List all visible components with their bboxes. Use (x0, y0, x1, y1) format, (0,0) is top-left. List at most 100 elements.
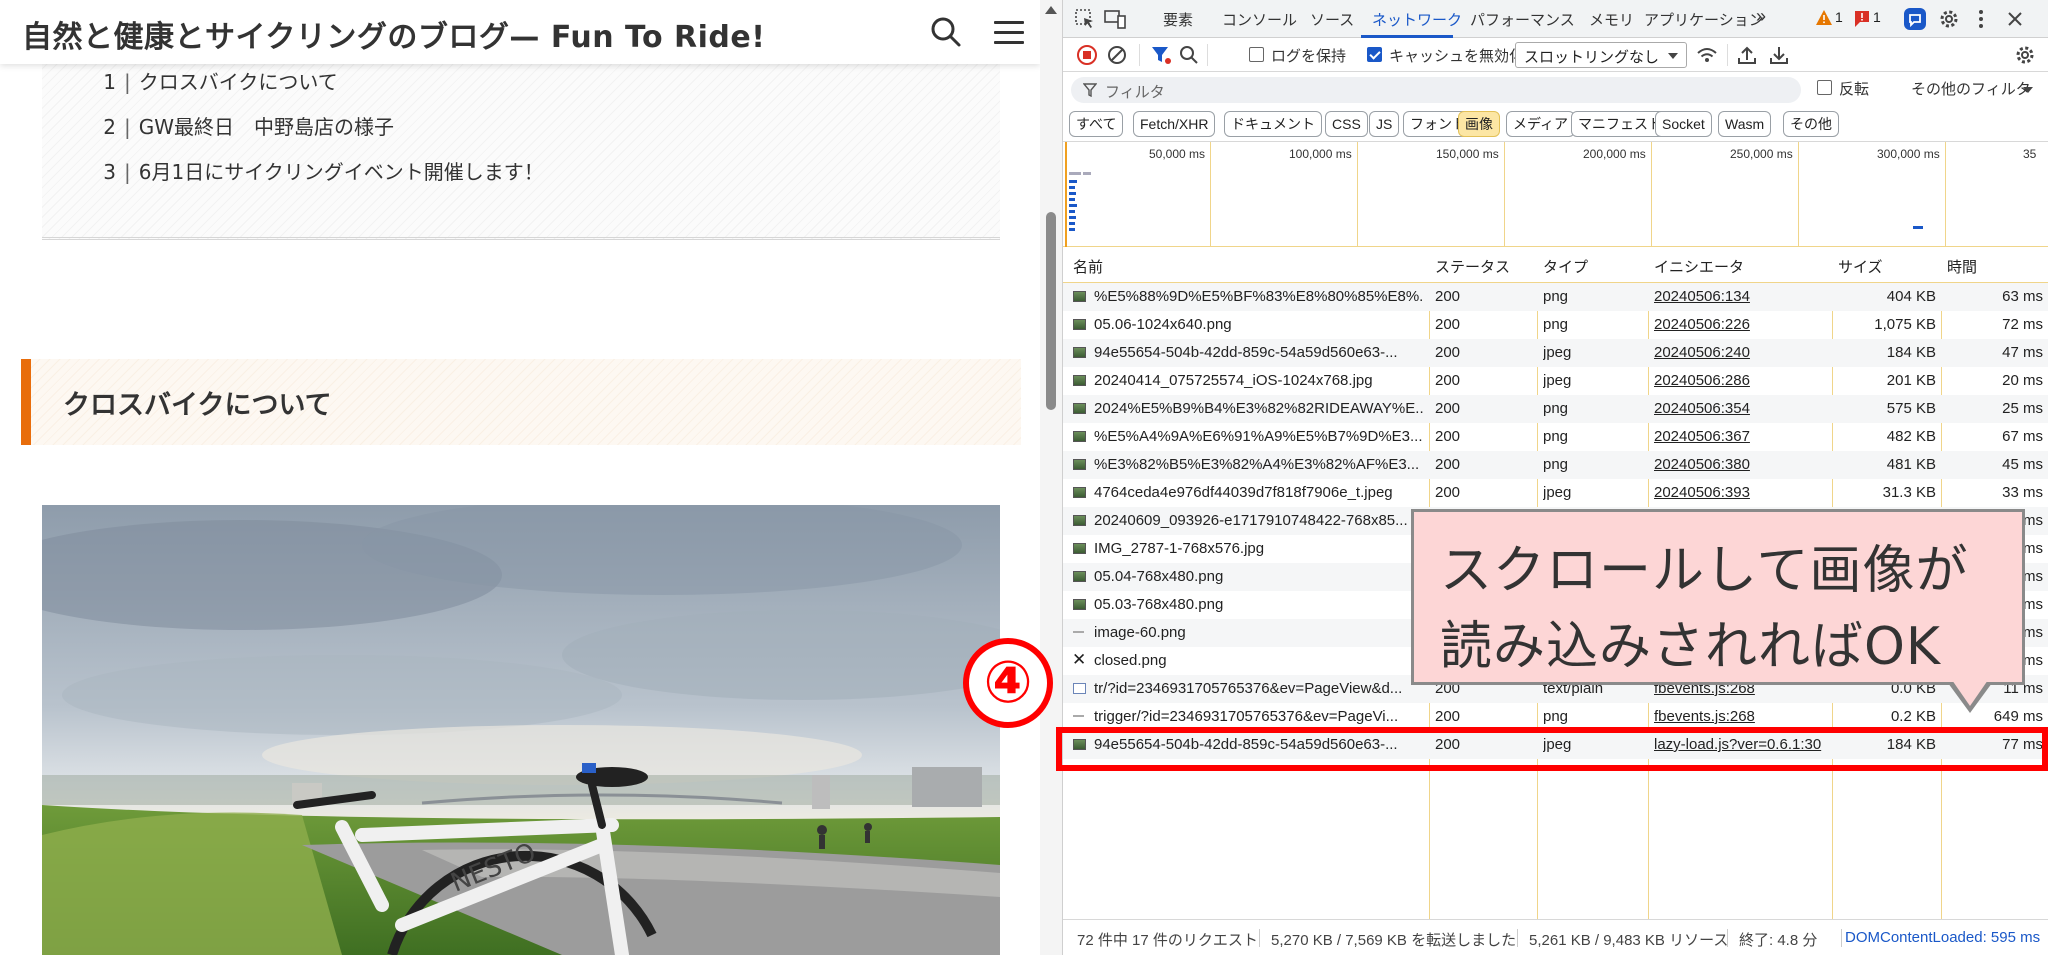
file-icon (1073, 459, 1086, 470)
type-filter-other[interactable]: その他 (1783, 111, 1839, 137)
type-filter-js[interactable]: JS (1369, 111, 1400, 137)
resource-type-filters: すべて Fetch/XHR ドキュメント CSS JS フォント 画像 メディア… (1063, 108, 2048, 142)
file-icon (1073, 599, 1086, 610)
clear-log-icon[interactable] (1105, 43, 1129, 67)
request-size: 201 KB (1886, 372, 1936, 389)
type-filter-fetch[interactable]: Fetch/XHR (1133, 111, 1216, 137)
column-header-time[interactable]: 時間 (1947, 256, 1977, 277)
resource-size: 5,261 KB / 9,483 KB リソース (1529, 932, 1729, 949)
filter-funnel-icon[interactable] (1149, 43, 1173, 67)
request-size: 482 KB (1886, 428, 1936, 445)
site-title[interactable]: 自然と健康とサイクリングのブログ— Fun To Ride! (22, 12, 765, 56)
column-header-initiator[interactable]: イニシエータ (1654, 256, 1744, 277)
close-icon[interactable] (2003, 7, 2027, 31)
request-initiator[interactable]: 20240506:240 (1654, 344, 1828, 361)
network-settings-gear-icon[interactable] (2013, 43, 2037, 67)
toc-item[interactable]: 3 | 6月1日にサイクリングイベント開催します！ (94, 156, 544, 185)
request-initiator[interactable]: 20240506:134 (1654, 288, 1828, 305)
overview-tick: 100,000 ms (1289, 147, 1352, 161)
request-initiator[interactable]: 20240506:380 (1654, 456, 1828, 473)
bicycle-photo: NESTO (42, 505, 1000, 955)
device-toolbar-icon[interactable] (1103, 7, 1127, 31)
column-header-type[interactable]: タイプ (1543, 256, 1588, 277)
record-stop-icon[interactable] (1075, 43, 1099, 67)
tab-application[interactable]: アプリケーション (1644, 9, 1764, 30)
page-scrollbar[interactable] (1040, 0, 1062, 955)
request-time: 20 ms (2002, 372, 2043, 389)
type-filter-socket[interactable]: Socket (1655, 111, 1712, 137)
table-row[interactable]: 94e55654-504b-42dd-859c-54a59d560e63-...… (1063, 339, 2048, 367)
step-number-badge: ④ (963, 638, 1053, 728)
column-header-name[interactable]: 名前 (1073, 256, 1103, 277)
request-initiator[interactable]: 20240506:354 (1654, 400, 1828, 417)
search-icon[interactable] (1177, 43, 1201, 67)
request-status: 200 (1435, 456, 1461, 473)
warning-counter[interactable]: 1 (1815, 7, 1843, 31)
table-row[interactable]: 20240414_075725574_iOS-1024x768.jpg 200 jp… (1063, 367, 2048, 395)
request-status: 200 (1435, 288, 1461, 305)
toc-item[interactable]: 1 | クロスバイクについて (94, 66, 337, 95)
tab-elements[interactable]: 要素 (1163, 9, 1193, 30)
column-header-size[interactable]: サイズ (1838, 256, 1883, 277)
disable-cache-checkbox[interactable] (1367, 47, 1382, 62)
type-filter-document[interactable]: ドキュメント (1224, 111, 1322, 137)
scroll-up-arrow-icon[interactable] (1045, 6, 1057, 14)
request-status: 200 (1435, 344, 1461, 361)
callout-text: 読み込みされればOK (1440, 617, 1942, 677)
request-name: 20240414_075725574_iOS-1024x768.jpg (1094, 372, 1373, 389)
import-har-icon[interactable] (1735, 43, 1759, 67)
hamburger-menu-icon[interactable] (992, 16, 1026, 48)
table-header: 名前 ステータス タイプ イニシエータ サイズ 時間 (1063, 247, 2048, 283)
file-icon (1073, 403, 1086, 414)
table-row[interactable]: 4764ceda4e976df44039d7f818f7906e_t.jpeg 2… (1063, 479, 2048, 507)
tab-performance[interactable]: パフォーマンス (1470, 9, 1575, 30)
more-filters-dropdown[interactable]: その他のフィルタ (1911, 78, 2031, 99)
invert-checkbox[interactable] (1817, 80, 1832, 95)
section-heading: クロスバイクについて (21, 359, 1021, 445)
request-size: 31.3 KB (1882, 484, 1936, 501)
issues-counter[interactable]: 1 (1853, 7, 1881, 31)
network-overview-timeline[interactable]: 50,000 ms 100,000 ms 150,000 ms 200,000 … (1063, 142, 2048, 247)
request-status: 200 (1435, 484, 1461, 501)
tab-network[interactable]: ネットワーク (1372, 9, 1462, 30)
inspect-element-icon[interactable] (1073, 7, 1097, 31)
search-icon[interactable] (928, 14, 964, 50)
column-header-status[interactable]: ステータス (1435, 256, 1510, 277)
more-tabs-icon[interactable]: » (1756, 6, 1766, 27)
table-row[interactable]: %E3%82%B5%E3%82%A4%E3%82%AF%E3... 200 png 2… (1063, 451, 2048, 479)
tab-memory[interactable]: メモリ (1589, 9, 1634, 30)
tab-console[interactable]: コンソール (1222, 9, 1297, 30)
table-row[interactable]: 05.06-1024x640.png 200 png 20240506:226 1,07… (1063, 311, 2048, 339)
request-initiator[interactable]: 20240506:393 (1654, 484, 1828, 501)
filter-input[interactable]: フィルタ (1071, 77, 1801, 103)
tab-sources[interactable]: ソース (1310, 9, 1354, 30)
request-name: 05.04-768x480.png (1094, 568, 1224, 585)
file-icon: ✕ (1072, 650, 1087, 669)
preserve-log-checkbox[interactable] (1249, 47, 1264, 62)
more-options-icon[interactable] (1969, 7, 1993, 31)
type-filter-css[interactable]: CSS (1325, 111, 1368, 137)
type-filter-all[interactable]: すべて (1069, 111, 1124, 137)
network-conditions-icon[interactable] (1695, 43, 1719, 67)
scrollbar-thumb[interactable] (1046, 212, 1056, 410)
request-initiator[interactable]: 20240506:286 (1654, 372, 1828, 389)
request-type: png (1543, 316, 1569, 333)
type-filter-media[interactable]: メディア (1506, 111, 1576, 137)
table-row[interactable]: 2024%E5%B9%B4%E3%82%82RIDEAWAY%E... 200 pn… (1063, 395, 2048, 423)
settings-gear-icon[interactable] (1937, 7, 1961, 31)
export-har-icon[interactable] (1767, 43, 1791, 67)
toc-item[interactable]: 2 | GW最終日 中野島店の様子 (94, 111, 394, 140)
request-size: 404 KB (1886, 288, 1936, 305)
callout-tail (1952, 680, 1988, 706)
network-status-bar: 72 件中 17 件のリクエスト 5,270 KB / 7,569 KB を転送… (1063, 919, 2048, 955)
throttling-select[interactable]: スロットリングなし (1515, 42, 1687, 68)
table-row[interactable]: %E5%88%9D%E5%BF%83%E8%80%85%E8%... 200 png… (1063, 283, 2048, 311)
table-row[interactable]: %E5%A4%9A%E6%91%A9%E5%B7%9D%E3... 200 png 2… (1063, 423, 2048, 451)
request-initiator[interactable]: fbevents.js:268 (1654, 708, 1828, 725)
type-filter-wasm[interactable]: Wasm (1718, 111, 1772, 137)
request-initiator[interactable]: 20240506:367 (1654, 428, 1828, 445)
ai-assistant-icon[interactable] (1903, 7, 1927, 31)
request-initiator[interactable]: 20240506:226 (1654, 316, 1828, 333)
request-status: 200 (1435, 708, 1461, 725)
type-filter-image[interactable]: 画像 (1458, 111, 1500, 137)
